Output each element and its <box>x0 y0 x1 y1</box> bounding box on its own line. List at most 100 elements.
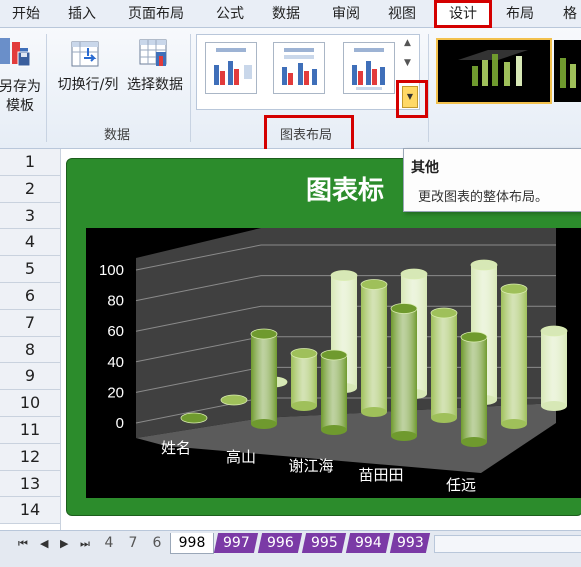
x-tick-label: 任远 <box>446 476 476 494</box>
y-tick-label: 20 <box>107 384 124 401</box>
bar-cylinder-top <box>320 349 348 361</box>
bar-cylinder-top <box>400 268 428 280</box>
y-tick-label: 80 <box>107 293 124 310</box>
bar-cylinder-top <box>390 303 418 314</box>
select-data-icon[interactable] <box>138 38 170 70</box>
bar-cylinder-top <box>460 331 488 343</box>
row-header[interactable]: 9 <box>0 363 60 391</box>
bar-cylinder-base <box>291 401 317 411</box>
bar-cylinder-top <box>330 270 358 281</box>
bar-cylinder-shade <box>431 313 457 418</box>
tab-layout[interactable]: 布局 <box>500 3 540 25</box>
row-header[interactable]: 4 <box>0 229 60 257</box>
y-tick-label: 0 <box>116 415 124 432</box>
tab-data[interactable]: 数据 <box>266 3 306 25</box>
sheet-tab[interactable]: 997 <box>213 533 259 553</box>
chart-style-1-icon <box>458 50 528 86</box>
bar-cylinder-top <box>500 283 528 295</box>
divider <box>428 34 429 142</box>
save-template-label-2: 模板 <box>6 98 34 114</box>
gallery-more-button[interactable]: ▼ <box>402 86 418 108</box>
tab-page-layout[interactable]: 页面布局 <box>120 3 192 25</box>
last-sheet-icon[interactable]: ⏭ <box>80 537 90 551</box>
bar-cylinder-shade <box>461 337 487 442</box>
row-header[interactable]: 7 <box>0 309 60 337</box>
bar-cylinder-shade <box>291 353 317 406</box>
bar-cylinder-shade <box>541 331 567 406</box>
select-data-button[interactable]: 选择数据 <box>122 76 188 95</box>
chart-layout-1[interactable] <box>205 42 257 94</box>
dropdown-icon: ▼ <box>406 92 414 101</box>
sheet-tab[interactable]: 994 <box>345 533 391 553</box>
row-header[interactable]: 2 <box>0 175 60 203</box>
row-header[interactable]: 13 <box>0 470 60 498</box>
sheet-tab-label: 996 <box>266 535 294 551</box>
bar-cylinder-top <box>250 328 278 340</box>
tab-review[interactable]: 审阅 <box>326 3 366 25</box>
bar-cylinder-top <box>180 412 208 424</box>
sheet-tab[interactable]: 7 <box>124 533 142 553</box>
chart-layout-3-icon <box>352 48 385 90</box>
plot-area[interactable]: 100 80 60 40 20 0 姓名 高山 谢江海 苗田田 任远 <box>86 228 581 498</box>
sheet-tab[interactable]: 6 <box>148 533 166 553</box>
bar-cylinder-top <box>360 279 388 290</box>
x-tick-label: 苗田田 <box>358 466 403 484</box>
sheet-tab-label: 994 <box>354 535 382 551</box>
row-header[interactable]: 5 <box>0 256 60 283</box>
bar-cylinder-base <box>321 425 347 435</box>
tooltip-title: 其他 <box>411 160 439 176</box>
sheet-tab-label: 997 <box>222 535 250 551</box>
chart-svg: 100 80 60 40 20 0 姓名 高山 谢江海 苗田田任远 <box>99 228 568 494</box>
save-template-icon[interactable] <box>0 34 31 68</box>
tab-design[interactable]: 设计 <box>434 0 492 28</box>
chart-style-2[interactable] <box>554 40 581 102</box>
chart-layout-group-label: 图表布局 <box>280 128 333 143</box>
tab-format[interactable]: 格 <box>558 3 581 25</box>
sheet-tab-label: 993 <box>396 535 424 551</box>
bar-cylinder-shade <box>361 284 387 412</box>
tab-formulas[interactable]: 公式 <box>210 3 250 25</box>
first-sheet-icon[interactable]: ⏮ <box>18 537 28 551</box>
tab-insert[interactable]: 插入 <box>62 3 102 25</box>
bar-cylinder-base <box>251 419 277 429</box>
sheet-tab-active[interactable]: 998 <box>170 533 214 554</box>
tab-home[interactable]: 开始 <box>6 3 46 25</box>
prev-sheet-icon[interactable]: ◀ <box>40 537 48 550</box>
row-header[interactable]: 14 <box>0 497 60 525</box>
switch-row-column-button[interactable]: 切换行/列 <box>52 76 124 95</box>
ribbon-design-panel: 另存为 模板 切换行/列 选择数据 数据 ▲ ▼ ▼ 图表布局 <box>0 28 581 153</box>
sheet-tab[interactable]: 995 <box>301 533 347 553</box>
sheet-tab[interactable]: 993 <box>389 533 431 553</box>
divider <box>46 34 47 142</box>
y-tick-label: 40 <box>107 354 124 371</box>
row-header[interactable]: 10 <box>0 390 60 417</box>
row-header[interactable]: 6 <box>0 283 60 310</box>
row-header[interactable]: 12 <box>0 443 60 471</box>
chart-style-1[interactable] <box>436 38 552 104</box>
next-sheet-icon[interactable]: ▶ <box>60 537 68 550</box>
row-header-border <box>60 149 61 530</box>
save-template-button[interactable]: 另存为 模板 <box>0 78 42 116</box>
bar-cylinder-base <box>361 407 387 417</box>
horizontal-scrollbar[interactable] <box>434 535 581 553</box>
tab-view[interactable]: 视图 <box>382 3 422 25</box>
switch-row-column-icon[interactable] <box>70 38 102 70</box>
chart-layout-2-icon <box>282 48 317 85</box>
sheet-tab[interactable]: 4 <box>100 533 118 553</box>
chart-layout-3[interactable] <box>343 42 395 94</box>
x-tick-label: 高山 <box>226 448 256 466</box>
bar-cylinder-base <box>501 419 527 429</box>
row-header[interactable]: 8 <box>0 336 60 364</box>
tooltip: 其他 更改图表的整体布局。 <box>403 148 581 212</box>
gallery-scroll-down[interactable]: ▼ <box>404 58 411 68</box>
row-header[interactable]: 1 <box>0 149 60 176</box>
gallery-scroll-up[interactable]: ▲ <box>404 38 411 48</box>
data-group-label: 数据 <box>104 128 131 143</box>
row-header[interactable]: 3 <box>0 202 60 230</box>
sheet-tab[interactable]: 996 <box>257 533 303 553</box>
bar-cylinder-shade <box>391 308 417 436</box>
row-header[interactable]: 11 <box>0 417 60 444</box>
divider <box>190 34 191 142</box>
chart-title[interactable]: 图表标 <box>306 170 384 207</box>
chart-layout-2[interactable] <box>273 42 325 94</box>
